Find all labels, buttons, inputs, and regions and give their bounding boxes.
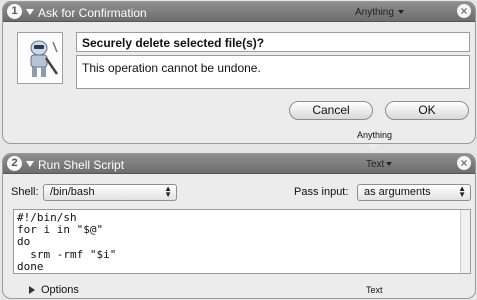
run-shell-script-action: 2 Run Shell Script Text × Shell: /bin/ba… — [2, 153, 476, 299]
confirmation-message-field[interactable]: Securely delete selected file(s)? — [76, 32, 470, 52]
input-type-label[interactable]: Text — [366, 159, 384, 170]
options-label[interactable]: Options — [41, 284, 79, 296]
shell-select-value: /bin/bash — [50, 186, 95, 198]
pass-input-label: Pass input: — [294, 186, 349, 198]
cancel-button[interactable]: Cancel — [289, 101, 373, 120]
output-type-label: Text — [366, 285, 383, 295]
output-type-label: Anything — [357, 130, 393, 140]
shell-label: Shell: — [11, 186, 39, 198]
action-title: Ask for Confirmation — [38, 6, 147, 20]
disclosure-triangle-icon[interactable] — [26, 161, 34, 167]
input-type-arrow-icon[interactable] — [386, 162, 392, 166]
close-action-button[interactable]: × — [457, 156, 471, 170]
input-type-label[interactable]: Anything — [355, 7, 394, 18]
action-titlebar[interactable]: 1 Ask for Confirmation Anything × — [3, 2, 475, 22]
ask-for-confirmation-action: 1 Ask for Confirmation Anything × Secure… — [2, 1, 476, 144]
pass-input-select[interactable]: as arguments ▲ ▼ — [357, 184, 471, 201]
disclosure-triangle-icon[interactable] — [26, 9, 34, 15]
updown-arrows-icon: ▲ ▼ — [458, 184, 466, 199]
close-action-button[interactable]: × — [457, 4, 471, 18]
pass-input-select-value: as arguments — [364, 186, 431, 198]
input-type-arrow-icon[interactable] — [398, 10, 404, 14]
updown-arrows-icon: ▲ ▼ — [164, 184, 172, 199]
action-number-badge: 2 — [7, 156, 22, 171]
script-text[interactable]: #!/bin/sh for i in "$@" do srm -rmf "$i"… — [14, 210, 470, 273]
scrollbar[interactable] — [460, 210, 470, 273]
ok-button[interactable]: OK — [385, 101, 469, 120]
action-titlebar[interactable]: 2 Run Shell Script Text × — [3, 154, 475, 174]
script-editor[interactable]: #!/bin/sh for i in "$@" do srm -rmf "$i"… — [13, 209, 471, 274]
automator-robot-icon — [17, 32, 63, 84]
shell-select[interactable]: /bin/bash ▲ ▼ — [43, 184, 177, 201]
options-disclosure-triangle-icon[interactable] — [29, 286, 35, 294]
action-title: Run Shell Script — [38, 158, 125, 172]
flow-connector-arrow-icon — [367, 144, 379, 152]
action-number-badge: 1 — [7, 4, 22, 19]
confirmation-detail-field[interactable]: This operation cannot be undone. — [76, 55, 470, 89]
